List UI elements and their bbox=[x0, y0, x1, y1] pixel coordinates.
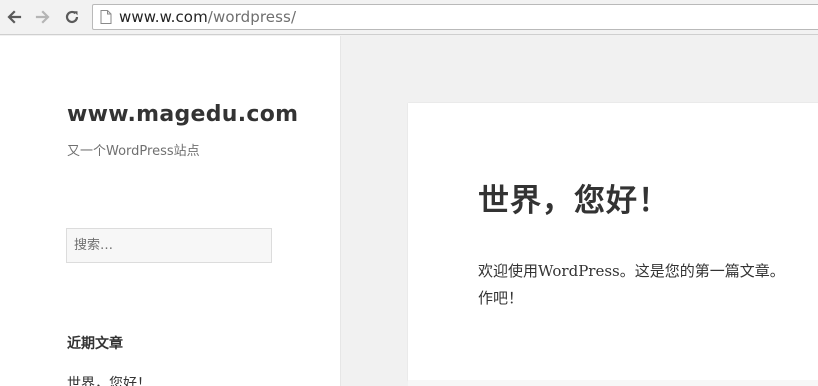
post-card: 世界，您好！ 欢迎使用WordPress。这是您的第一篇文章。 作吧！ bbox=[408, 103, 818, 381]
recent-posts-heading: 近期文章 bbox=[67, 336, 123, 352]
post-content-line: 作吧！ bbox=[478, 289, 524, 307]
post-title[interactable]: 世界，您好！ bbox=[478, 175, 670, 220]
reload-button[interactable] bbox=[61, 6, 83, 28]
recent-post-link[interactable]: 世界，您好！ bbox=[67, 373, 151, 386]
browser-toolbar: www.w.com/wordpress/ bbox=[0, 0, 818, 35]
address-bar[interactable]: www.w.com/wordpress/ bbox=[92, 4, 818, 30]
site-description: 又一个WordPress站点 bbox=[67, 144, 200, 159]
site-title[interactable]: www.magedu.com bbox=[67, 102, 298, 127]
arrow-right-icon bbox=[35, 10, 50, 24]
forward-button[interactable] bbox=[32, 6, 54, 28]
page-icon bbox=[99, 9, 113, 25]
post-content-line: 欢迎使用WordPress。这是您的第一篇文章。 bbox=[478, 262, 785, 280]
post-content: 欢迎使用WordPress。这是您的第一篇文章。 作吧！ bbox=[478, 258, 818, 312]
post-footer bbox=[408, 380, 818, 386]
reload-icon bbox=[65, 10, 79, 24]
url-path: /wordpress/ bbox=[207, 8, 297, 26]
url-text: www.w.com/wordpress/ bbox=[119, 8, 296, 26]
url-host: www.w.com bbox=[119, 8, 208, 26]
sidebar: www.magedu.com 又一个WordPress站点 近期文章 世界，您好… bbox=[0, 36, 341, 386]
arrow-left-icon bbox=[7, 10, 22, 24]
back-button[interactable] bbox=[3, 6, 25, 28]
search-input[interactable] bbox=[66, 228, 272, 263]
